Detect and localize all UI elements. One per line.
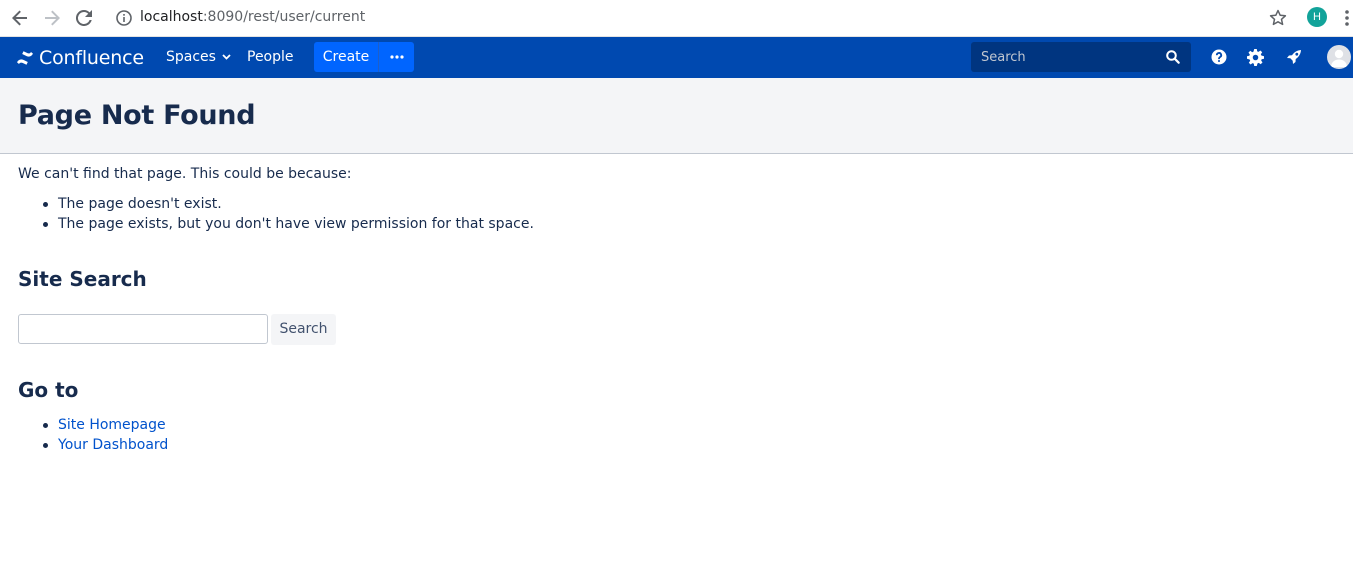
goto-item: Your Dashboard — [18, 435, 168, 455]
help-button[interactable] — [1209, 47, 1229, 67]
site-search-button[interactable]: Search — [271, 314, 336, 345]
app-header: Confluence Spaces People Create — [0, 37, 1353, 78]
chevron-down-icon — [222, 54, 231, 60]
url-path: :8090/rest/user/current — [202, 9, 366, 25]
nav-spaces[interactable]: Spaces — [166, 47, 231, 67]
reasons-list: The page doesn't exist. The page exists,… — [18, 194, 534, 234]
url-host: localhost — [140, 9, 203, 25]
kebab-icon[interactable] — [1341, 8, 1353, 28]
browser-profile-avatar[interactable]: H — [1307, 7, 1327, 27]
help-icon — [1211, 49, 1227, 65]
reason-item: The page doesn't exist. — [18, 194, 534, 214]
rocket-icon — [1287, 50, 1301, 64]
gear-icon — [1246, 48, 1264, 66]
browser-toolbar: localhost:8090/rest/user/current H — [0, 0, 1353, 37]
reason-item: The page exists, but you don't have view… — [18, 214, 534, 234]
header-search — [971, 42, 1191, 72]
goto-heading: Go to — [18, 378, 79, 402]
intro-text: We can't find that page. This could be b… — [18, 166, 352, 182]
star-icon[interactable] — [1267, 7, 1289, 29]
confluence-logo[interactable]: Confluence — [16, 46, 144, 70]
user-avatar-icon — [1331, 49, 1347, 67]
back-button[interactable] — [8, 7, 32, 29]
reload-button[interactable] — [72, 7, 96, 29]
site-search-input[interactable] — [18, 314, 268, 344]
info-icon[interactable] — [115, 9, 133, 27]
settings-button[interactable] — [1245, 47, 1265, 67]
goto-item: Site Homepage — [18, 415, 168, 435]
site-search-heading: Site Search — [18, 267, 147, 291]
notifications-button[interactable] — [1284, 47, 1304, 67]
address-bar[interactable]: localhost:8090/rest/user/current — [140, 8, 365, 26]
create-button[interactable]: Create — [314, 42, 378, 72]
goto-list: Site Homepage Your Dashboard — [18, 415, 168, 455]
header-search-input[interactable] — [971, 42, 1161, 72]
arrow-right-icon — [45, 10, 60, 26]
reload-icon — [76, 10, 92, 26]
dashboard-link[interactable]: Your Dashboard — [58, 437, 168, 453]
create-more-button[interactable] — [378, 42, 414, 72]
confluence-logo-icon — [17, 51, 33, 65]
user-avatar[interactable] — [1327, 45, 1351, 69]
search-icon[interactable] — [1165, 49, 1181, 65]
logo-text: Confluence — [39, 47, 144, 69]
page-title: Page Not Found — [18, 100, 256, 131]
nav-spaces-label: Spaces — [166, 49, 216, 65]
page-header: Page Not Found — [0, 78, 1353, 154]
forward-button[interactable] — [40, 7, 64, 29]
nav-people[interactable]: People — [247, 47, 294, 67]
ellipsis-icon — [389, 55, 404, 59]
site-homepage-link[interactable]: Site Homepage — [58, 417, 166, 433]
arrow-left-icon — [12, 10, 27, 26]
